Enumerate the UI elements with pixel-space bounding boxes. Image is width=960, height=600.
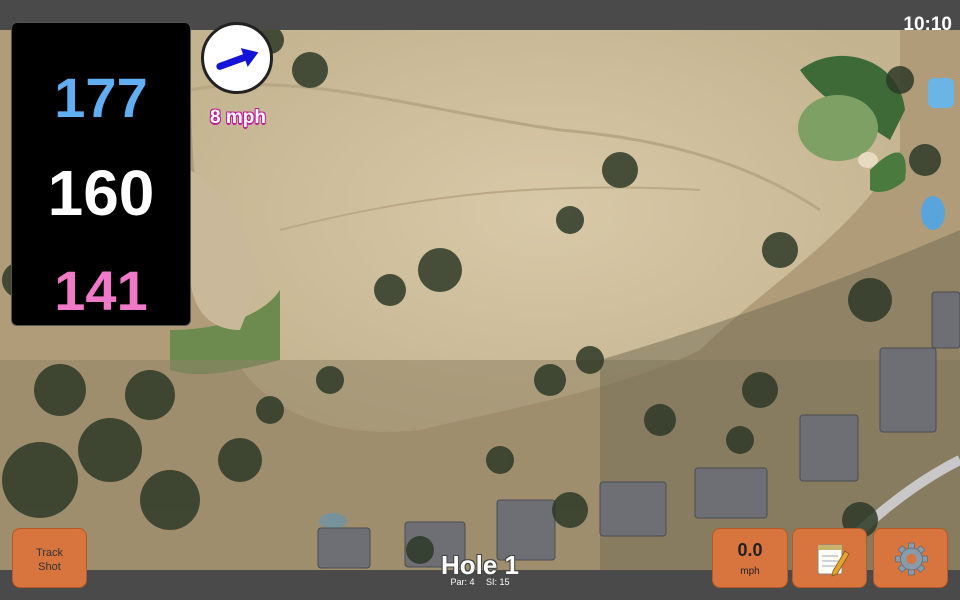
distance-panel[interactable]: 177 160 141 <box>11 22 191 326</box>
speed-unit: mph <box>740 566 760 577</box>
speed-value: 0.0 <box>737 540 763 560</box>
distance-middle: 160 <box>47 157 155 229</box>
wind-direction-indicator <box>201 22 273 94</box>
track-shot-label-line2: Shot <box>38 561 61 573</box>
gear-icon <box>895 542 928 576</box>
speed-button[interactable]: 0.0 mph <box>712 528 788 588</box>
track-shot-label-line1: Track <box>35 547 64 559</box>
wind-speed-label: 8 mph <box>210 107 266 128</box>
distance-back: 177 <box>54 66 148 129</box>
wind-arrow-icon <box>216 48 259 70</box>
hole-stroke-index: SI: 15 <box>486 577 510 587</box>
clock-time: 10:10 <box>903 14 952 35</box>
hole-meta: Par: 4 SI: 15 <box>380 577 580 587</box>
track-shot-button[interactable]: Track Shot <box>12 528 87 588</box>
distance-front: 141 <box>54 259 148 322</box>
notepad-icon <box>817 544 850 577</box>
hole-par: Par: 4 <box>450 577 475 587</box>
notes-button[interactable] <box>792 528 867 588</box>
settings-button[interactable] <box>873 528 948 588</box>
